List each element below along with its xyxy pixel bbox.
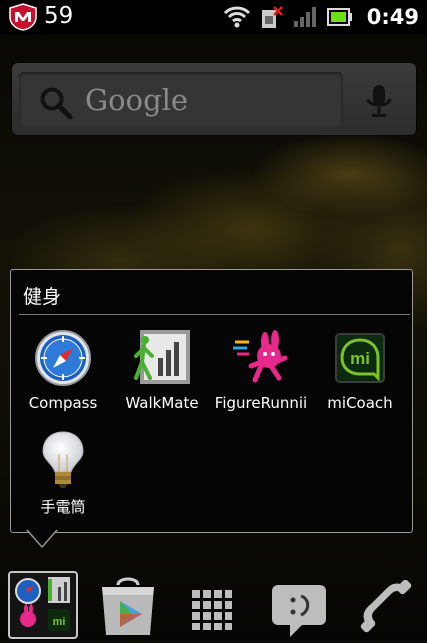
phone-icon[interactable] bbox=[357, 579, 413, 642]
svg-text:mi: mi bbox=[53, 616, 66, 628]
google-search-widget[interactable]: Google bbox=[12, 63, 416, 135]
folder-title[interactable]: 健身 bbox=[23, 282, 61, 309]
folder-preview-icon: mi bbox=[15, 577, 70, 631]
fitness-folder[interactable]: mi bbox=[8, 571, 78, 639]
signal-bars-icon bbox=[293, 7, 316, 27]
folder-pointer-fill bbox=[28, 530, 56, 546]
messaging-icon[interactable] bbox=[270, 583, 328, 643]
compass-icon bbox=[35, 330, 91, 386]
battery-percent: 59 bbox=[44, 3, 74, 29]
walkmate-icon bbox=[134, 330, 190, 384]
search-icon bbox=[40, 87, 73, 120]
mcafee-shield-icon bbox=[9, 3, 37, 31]
app-drawer-icon[interactable] bbox=[192, 590, 232, 634]
search-placeholder: Google bbox=[85, 83, 189, 117]
clock: 0:49 bbox=[366, 5, 419, 29]
app-flashlight[interactable]: 手電筒 bbox=[11, 430, 115, 517]
svg-text:mi: mi bbox=[350, 349, 370, 368]
battery-icon bbox=[326, 8, 352, 26]
app-label: 手電筒 bbox=[40, 498, 86, 516]
app-compass[interactable]: Compass bbox=[11, 328, 115, 412]
microphone-icon[interactable] bbox=[364, 83, 394, 119]
micoach-icon: mi bbox=[335, 333, 385, 383]
figurerunning-icon bbox=[233, 330, 288, 383]
app-walkmate[interactable]: WalkMate bbox=[110, 328, 214, 412]
app-figurerunning[interactable]: FigureRunnii bbox=[209, 328, 313, 412]
folder-divider bbox=[19, 314, 410, 315]
app-label: Compass bbox=[28, 394, 98, 412]
folder-popup: 健身 Compass WalkMate FigureRunnii mi miCo… bbox=[10, 269, 413, 533]
app-micoach[interactable]: mi miCoach bbox=[308, 328, 412, 412]
lightbulb-icon bbox=[42, 431, 84, 488]
search-input[interactable]: Google bbox=[19, 72, 343, 127]
wifi-icon bbox=[223, 6, 250, 28]
app-label: FigureRunnii bbox=[214, 394, 308, 412]
status-bar: 59 0:49 bbox=[0, 0, 427, 34]
sim-no-signal-icon bbox=[261, 6, 283, 28]
app-label: WalkMate bbox=[125, 394, 199, 412]
app-label: miCoach bbox=[327, 394, 393, 412]
play-store-icon[interactable] bbox=[98, 575, 158, 641]
